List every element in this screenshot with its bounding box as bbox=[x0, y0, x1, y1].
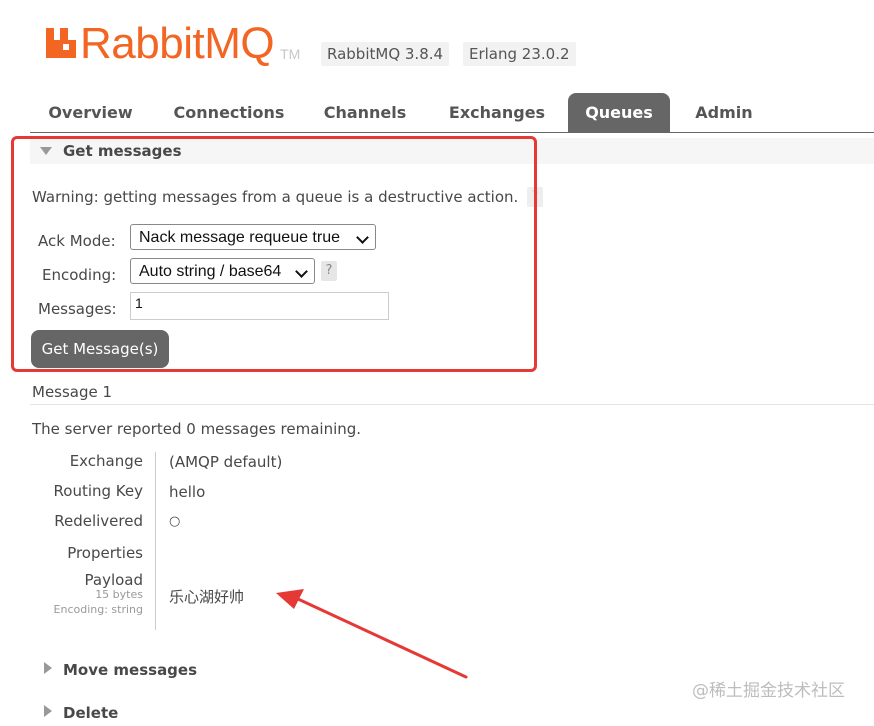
watermark: @稀土掘金技术社区 bbox=[692, 681, 845, 701]
redelivered-value: ○ bbox=[169, 514, 181, 529]
tab-overview[interactable]: Overview bbox=[30, 93, 151, 132]
annotation-highlight-box bbox=[11, 136, 537, 372]
routing-key-value: hello bbox=[169, 483, 206, 501]
remaining-suffix: messages remaining. bbox=[195, 420, 362, 438]
erlang-version-badge: Erlang 23.0.2 bbox=[463, 42, 576, 66]
message-heading: Message 1 bbox=[32, 383, 113, 401]
main-nav-tabs: Overview Connections Channels Exchanges … bbox=[30, 93, 874, 133]
logo-text: RabbitMQ bbox=[80, 19, 275, 68]
tab-admin[interactable]: Admin bbox=[683, 93, 765, 132]
rabbitmq-logo: RabbitMQ TM bbox=[44, 22, 300, 66]
remaining-prefix: The server reported bbox=[32, 420, 187, 438]
move-messages-section-header[interactable]: Move messages bbox=[30, 657, 430, 683]
exchange-label: Exchange bbox=[69, 452, 143, 470]
move-messages-title: Move messages bbox=[63, 661, 198, 679]
redelivered-label: Redelivered bbox=[54, 512, 143, 530]
payload-value: 乐心湖好帅 bbox=[169, 588, 245, 606]
delete-section-header[interactable]: Delete bbox=[30, 700, 430, 726]
payload-label: Payload bbox=[84, 571, 144, 589]
tab-queues[interactable]: Queues bbox=[568, 93, 670, 132]
fields-vertical-line bbox=[155, 452, 156, 630]
remaining-count: 0 bbox=[186, 420, 196, 438]
tab-connections[interactable]: Connections bbox=[165, 93, 293, 132]
delete-title: Delete bbox=[63, 704, 119, 722]
routing-key-label: Routing Key bbox=[53, 482, 143, 500]
exchange-value: (AMQP default) bbox=[169, 453, 283, 471]
logo-trademark: TM bbox=[280, 46, 301, 62]
payload-size: 15 bytes bbox=[95, 588, 143, 601]
expand-triangle-icon bbox=[44, 662, 52, 674]
properties-label: Properties bbox=[67, 544, 143, 562]
message-divider bbox=[30, 404, 874, 405]
payload-encoding: Encoding: string bbox=[53, 603, 143, 616]
rabbitmq-version-badge: RabbitMQ 3.8.4 bbox=[321, 42, 450, 66]
expand-triangle-icon bbox=[44, 705, 52, 717]
tab-channels[interactable]: Channels bbox=[315, 93, 415, 132]
rabbit-logo-icon bbox=[46, 28, 76, 58]
tab-exchanges[interactable]: Exchanges bbox=[438, 93, 556, 132]
remaining-text: The server reported 0 messages remaining… bbox=[32, 420, 361, 438]
